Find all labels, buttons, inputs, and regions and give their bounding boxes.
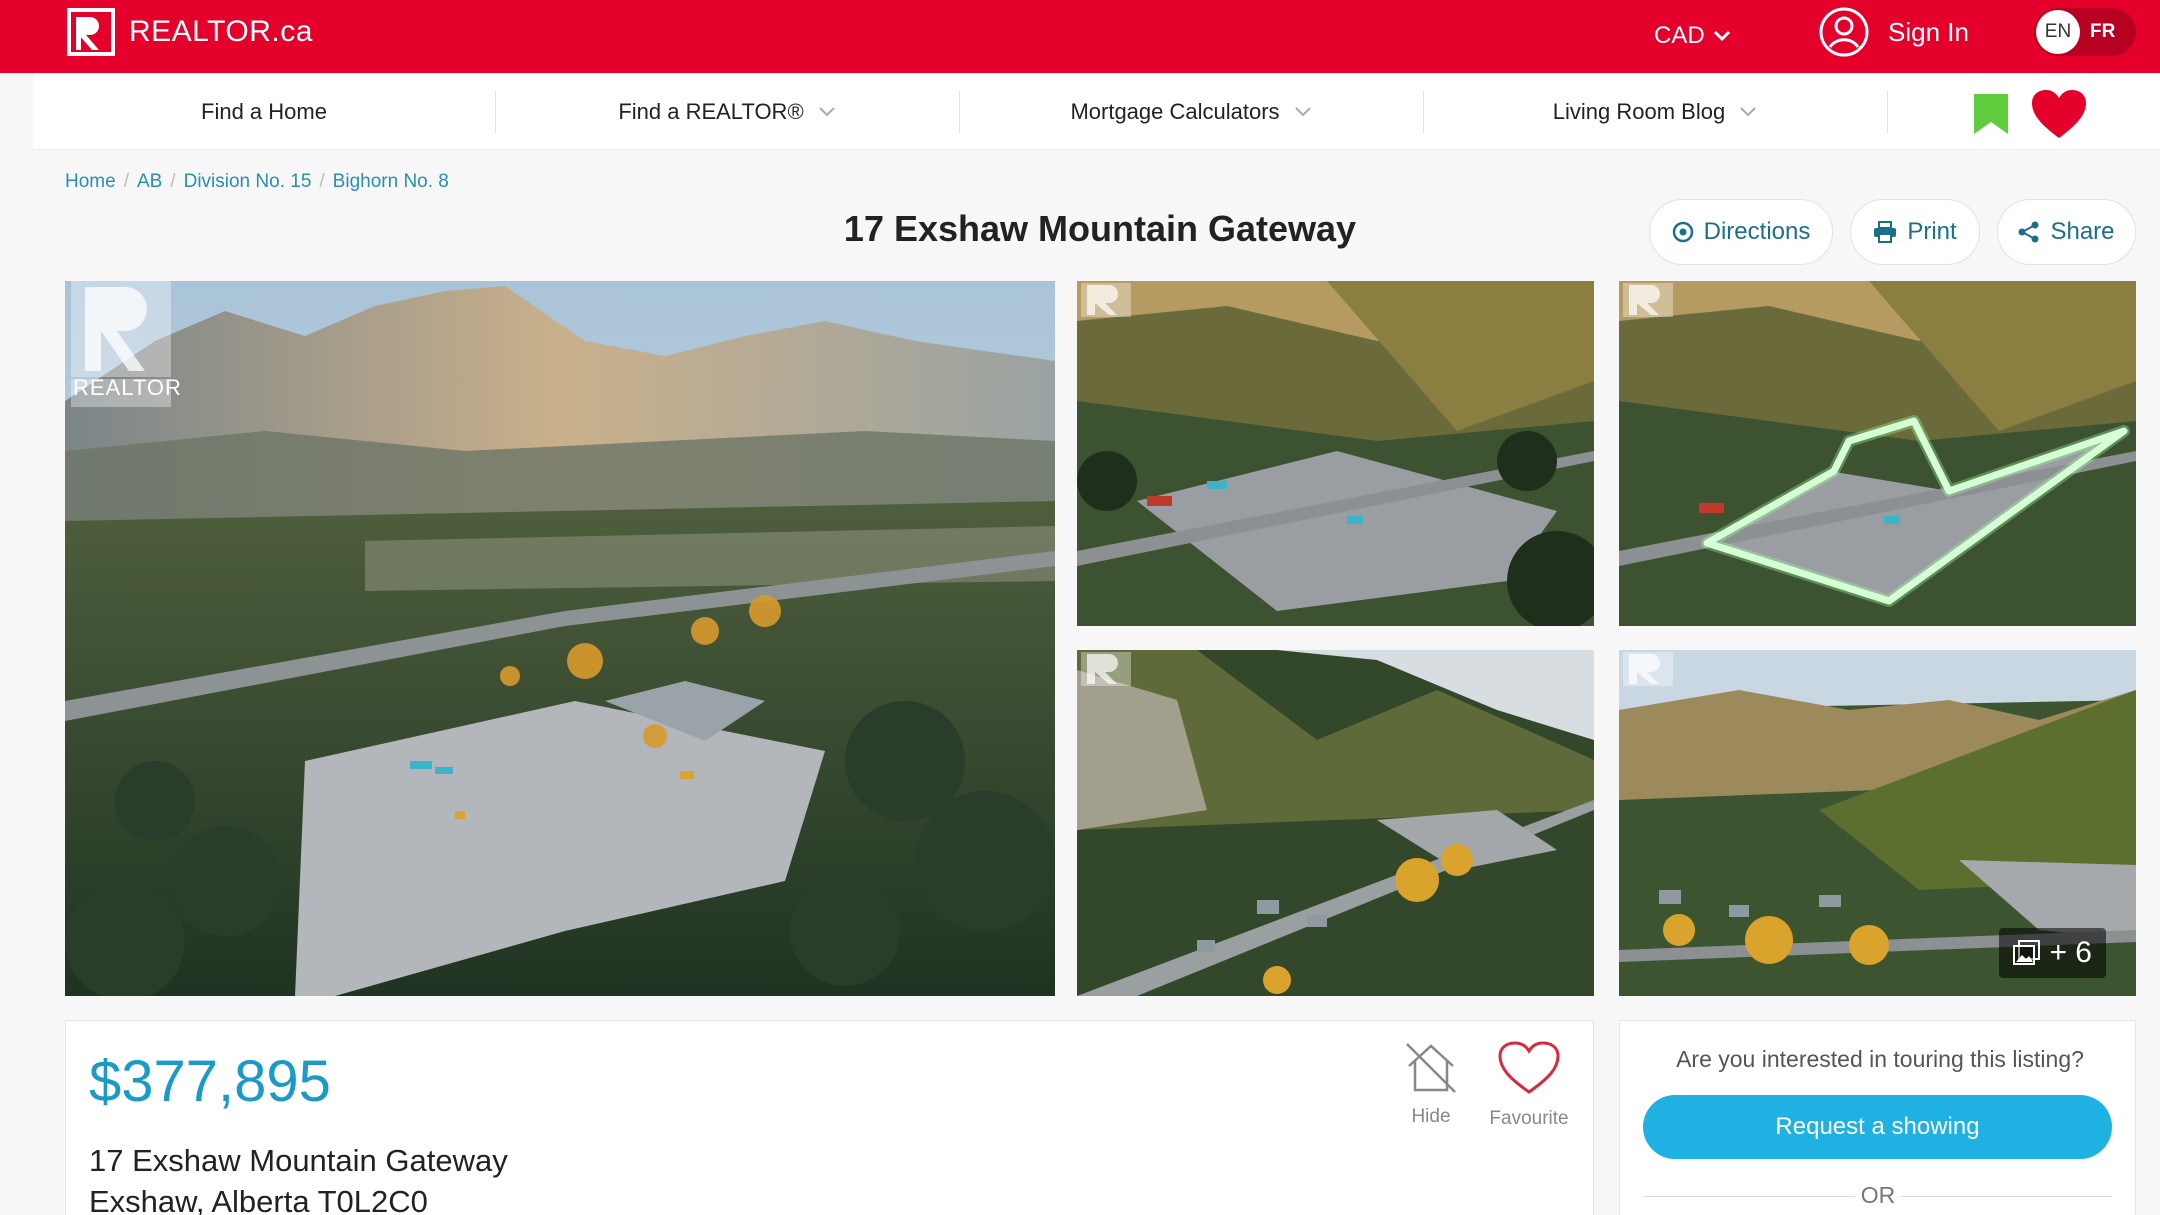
sign-in-label: Sign In [1888,16,1969,47]
realtor-watermark-icon [1623,283,1673,317]
nav-label: Living Room Blog [1552,99,1726,124]
breadcrumb-separator: / [319,171,325,192]
share-button[interactable]: Share [1997,199,2136,265]
lang-fr[interactable]: FR [2090,8,2115,56]
share-label: Share [2050,218,2115,245]
address-line-2: Exshaw, Alberta T0L2C0 [89,1184,428,1215]
nav-label: Find a Home [201,99,327,124]
address-line-1: 17 Exshaw Mountain Gateway [89,1143,508,1178]
chevron-down-icon [1294,107,1311,117]
saved-searches-bookmark-icon[interactable] [1972,92,2010,136]
page-title: 17 Exshaw Mountain Gateway [843,208,1357,249]
favourite-label: Favourite [1489,1108,1569,1129]
lang-en[interactable]: EN [2036,10,2080,54]
more-photos-count: + 6 [2049,936,2092,969]
currency-label: CAD [1654,22,1705,49]
user-avatar-icon [1819,7,1869,57]
nav-find-a-realtor[interactable]: Find a REALTOR® [495,74,959,150]
breadcrumb-separator: / [170,171,176,192]
listing-photo-3[interactable] [1619,281,2136,626]
directions-button[interactable]: Directions [1649,199,1833,265]
watermark-text: REALTOR [73,375,182,400]
realtor-logo[interactable]: REALTOR.ca [67,8,313,56]
hide-button[interactable]: Hide [1398,1040,1464,1128]
breadcrumb-province[interactable]: AB [137,171,162,193]
share-icon [2018,221,2039,243]
printer-icon [1874,221,1897,243]
directions-label: Directions [1703,218,1811,245]
nav-divider [1887,90,1888,134]
realtor-watermark-icon [1081,283,1131,317]
print-button[interactable]: Print [1850,199,1980,265]
listing-photo-4[interactable] [1077,650,1594,996]
logo-text: REALTOR.ca [129,15,313,48]
nav-mortgage-calculators[interactable]: Mortgage Calculators [959,74,1423,150]
hide-house-icon [1406,1043,1456,1093]
or-label: OR [1855,1182,1901,1209]
breadcrumb: Home / AB / Division No. 15 / Bighorn No… [65,171,449,193]
chevron-down-icon [1713,30,1730,42]
realtor-logo-icon [67,8,115,56]
breadcrumb-municipality[interactable]: Bighorn No. 8 [333,171,449,193]
main-listing-photo[interactable]: REALTOR [65,281,1055,996]
nav-label: Find a REALTOR® [618,99,804,124]
listing-price: $377,895 [89,1049,331,1114]
gallery-icon [2013,940,2041,965]
nav-living-room-blog[interactable]: Living Room Blog [1423,74,1887,150]
chevron-down-icon [818,107,835,117]
breadcrumb-separator: / [123,171,129,192]
nav-find-a-home[interactable]: Find a Home [33,74,495,150]
listing-photo-2[interactable] [1077,281,1594,626]
breadcrumb-home[interactable]: Home [65,171,116,193]
chevron-down-icon [1740,107,1756,117]
sign-in-button[interactable]: Sign In [1818,4,1969,60]
tour-question: Are you interested in touring this listi… [1676,1046,2084,1072]
realtor-watermark-icon [1623,652,1673,686]
listing-photo-5[interactable]: + 6 [1619,650,2136,996]
hide-label: Hide [1411,1106,1451,1127]
location-pin-icon [1672,221,1693,243]
breadcrumb-division[interactable]: Division No. 15 [184,171,312,193]
realtor-watermark-icon [1081,652,1131,686]
top-header-bar: REALTOR.ca CAD Sign In EN FR [0,0,2160,73]
heart-outline-icon [1498,1041,1560,1094]
language-toggle[interactable]: EN FR [2034,8,2136,56]
favourite-button[interactable]: Favourite [1484,1040,1574,1130]
print-label: Print [1907,218,1957,245]
favourites-heart-icon[interactable] [2030,88,2088,140]
main-nav: Find a Home Find a REALTOR® Mortgage Cal… [33,74,2160,150]
more-photos-badge[interactable]: + 6 [1999,928,2106,978]
nav-label: Mortgage Calculators [1070,99,1280,124]
currency-selector[interactable]: CAD [1654,16,1731,56]
request-showing-button[interactable]: Request a showing [1643,1095,2112,1159]
